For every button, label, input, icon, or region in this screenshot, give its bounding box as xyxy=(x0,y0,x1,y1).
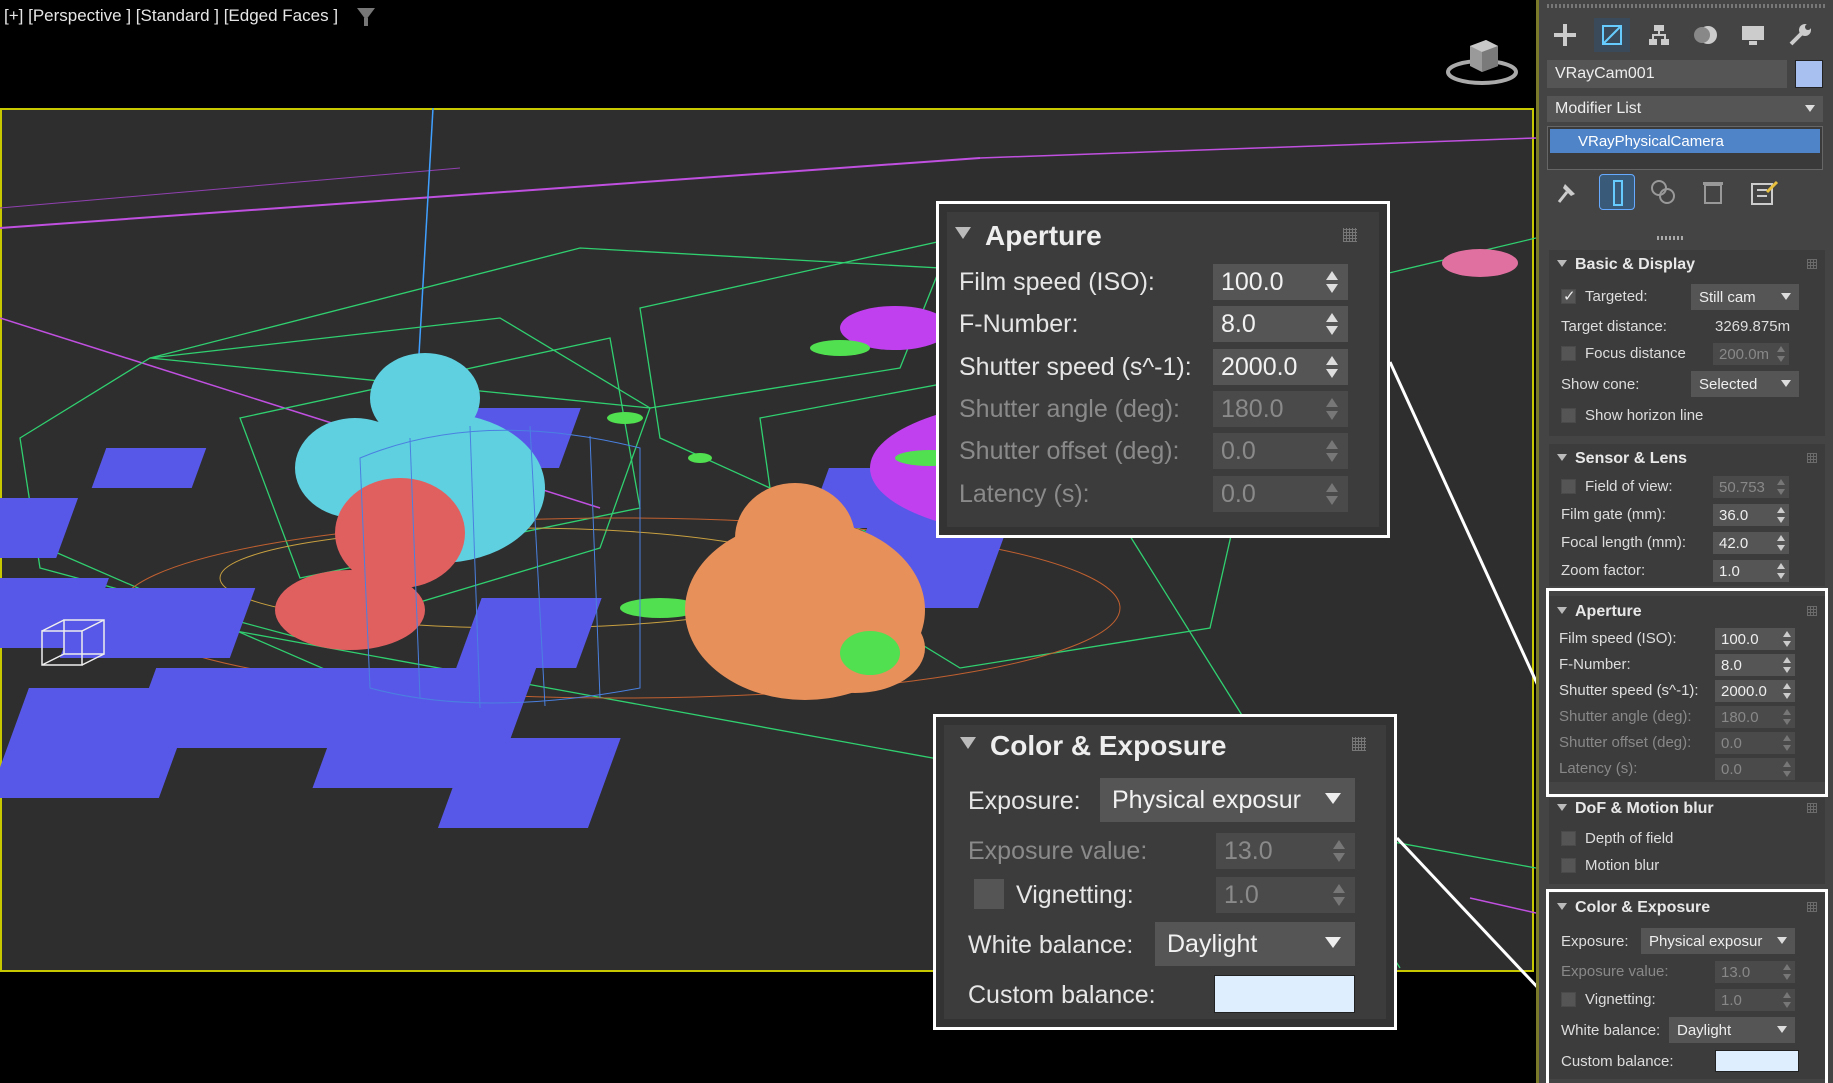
pin-stack-icon[interactable] xyxy=(1553,178,1581,211)
color-exposure-highlight-box xyxy=(1546,889,1828,1083)
rollout-sensor-lens: Sensor & Lens Field of view: 50.753 Film… xyxy=(1549,444,1825,586)
depth-of-field-label: Depth of field xyxy=(1585,830,1674,847)
command-panel: VRayCam001 Modifier List VRayPhysicalCam… xyxy=(1536,0,1833,1083)
spinner-arrows-icon[interactable] xyxy=(1777,535,1785,551)
object-name-field[interactable]: VRayCam001 xyxy=(1547,60,1787,88)
create-icon[interactable] xyxy=(1547,18,1583,52)
show-horizon-checkbox[interactable] xyxy=(1561,408,1576,423)
focal-length-spinner[interactable]: 42.0 xyxy=(1713,532,1789,554)
zoom-factor-label: Zoom factor: xyxy=(1561,562,1646,579)
modifier-list-dropdown[interactable]: Modifier List xyxy=(1547,96,1823,122)
show-cone-label: Show cone: xyxy=(1561,376,1640,393)
make-unique-icon[interactable] xyxy=(1649,178,1679,213)
hierarchy-icon[interactable] xyxy=(1641,18,1677,52)
target-distance-value: 3269.875m xyxy=(1715,318,1791,335)
film-gate-label: Film gate (mm): xyxy=(1561,506,1666,523)
spinner-arrows-icon xyxy=(1777,479,1785,495)
modify-icon[interactable] xyxy=(1594,18,1630,52)
target-distance-label: Target distance: xyxy=(1561,318,1667,335)
depth-of-field-checkbox[interactable] xyxy=(1561,831,1576,846)
show-end-result-icon[interactable] xyxy=(1599,174,1635,210)
dropdown-arrow-icon[interactable] xyxy=(1805,105,1815,112)
field-of-view-checkbox[interactable] xyxy=(1561,479,1576,494)
collapse-triangle-icon[interactable] xyxy=(1557,260,1567,267)
rollout-header-basic-display[interactable]: Basic & Display xyxy=(1557,256,1695,274)
focal-length-label: Focal length (mm): xyxy=(1561,534,1687,551)
focus-distance-label: Focus distance xyxy=(1585,345,1686,362)
grip-icon[interactable] xyxy=(1807,259,1817,269)
modifier-stack: VRayPhysicalCamera xyxy=(1547,126,1823,170)
spinner-arrows-icon[interactable] xyxy=(1777,563,1785,579)
rollout-dof-motion-blur: DoF & Motion blur Depth of field Motion … xyxy=(1549,798,1825,884)
show-cone-dropdown[interactable]: Selected xyxy=(1691,371,1799,397)
motion-blur-label: Motion blur xyxy=(1585,857,1660,874)
field-of-view-spinner: 50.753 xyxy=(1713,476,1789,498)
object-color-swatch[interactable] xyxy=(1795,60,1823,88)
targeted-label: Targeted: xyxy=(1585,288,1648,305)
focus-distance-spinner: 200.0m xyxy=(1713,343,1789,365)
panel-splitter[interactable] xyxy=(1657,236,1685,240)
rollout-header-sensor-lens[interactable]: Sensor & Lens xyxy=(1557,450,1687,468)
show-horizon-label: Show horizon line xyxy=(1585,407,1704,424)
grip-icon[interactable] xyxy=(1807,453,1817,463)
callout-leader-lines xyxy=(1388,361,1536,988)
aperture-highlight-box xyxy=(1546,588,1828,797)
motion-icon[interactable] xyxy=(1688,18,1724,52)
film-gate-spinner[interactable]: 36.0 xyxy=(1713,504,1789,526)
field-of-view-label: Field of view: xyxy=(1585,478,1673,495)
remove-modifier-icon[interactable] xyxy=(1699,178,1727,211)
targeted-checkbox[interactable] xyxy=(1561,287,1576,305)
stack-item-vrayphysicalcamera[interactable]: VRayPhysicalCamera xyxy=(1550,129,1820,153)
collapse-triangle-icon[interactable] xyxy=(1557,454,1567,461)
collapse-triangle-icon[interactable] xyxy=(1557,804,1567,811)
configure-modifier-sets-icon[interactable] xyxy=(1749,178,1779,213)
focus-distance-checkbox[interactable] xyxy=(1561,346,1576,361)
motion-blur-checkbox[interactable] xyxy=(1561,858,1576,873)
grip-icon[interactable] xyxy=(1807,803,1817,813)
camera-type-dropdown[interactable]: Still cam xyxy=(1691,284,1799,310)
zoom-factor-spinner[interactable]: 1.0 xyxy=(1713,560,1789,582)
spinner-arrows-icon[interactable] xyxy=(1777,507,1785,523)
rollout-basic-display: Basic & Display Targeted: Still cam Targ… xyxy=(1549,250,1825,436)
utilities-icon[interactable] xyxy=(1782,18,1818,52)
perspective-viewport[interactable]: [+] [Perspective ] [Standard ] [Edged Fa… xyxy=(0,0,1536,1083)
display-icon[interactable] xyxy=(1735,18,1771,52)
dropdown-arrow-icon[interactable] xyxy=(1781,293,1791,300)
spinner-arrows-icon xyxy=(1777,346,1785,362)
dropdown-arrow-icon[interactable] xyxy=(1781,380,1791,387)
rollout-header-dof-motion[interactable]: DoF & Motion blur xyxy=(1557,800,1714,818)
panel-grip[interactable] xyxy=(1547,4,1827,8)
